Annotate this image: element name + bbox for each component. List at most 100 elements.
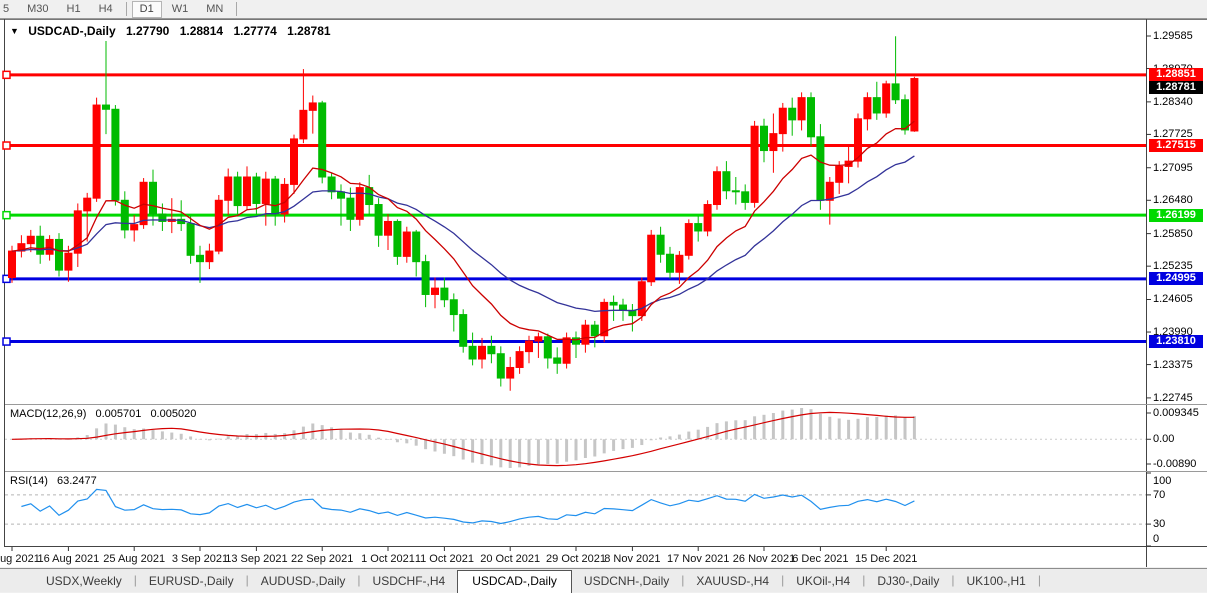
date-axis-label: 13 Sep 2021 [225,553,288,565]
candle-body [609,301,618,306]
macd-histogram-bar [800,408,804,440]
macd-histogram-bar [884,415,888,440]
hline-handle-1.28851[interactable] [2,70,11,80]
candle-body [299,109,308,140]
candle-body [553,357,562,364]
hline-handle-1.23810[interactable] [2,337,11,346]
price-level-badge-1.28851: 1.28851 [1149,68,1203,82]
chart-tab-dj30-daily[interactable]: DJ30-,Daily [865,571,951,592]
candle-body [844,160,853,167]
chart-tabbar: USDX,Weekly | EURUSD-,Daily | AUDUSD-,Daily |… [0,568,1207,593]
candle-body [694,223,703,232]
date-axis-label: 15 Dec 2021 [854,553,918,565]
timeframe-button-m30[interactable]: M30 [19,1,56,18]
macd-histogram-bar [762,414,766,440]
chart-tab-audusd-daily[interactable]: AUDUSD-,Daily [249,571,358,592]
macd-histogram-bar [452,439,456,457]
macd-histogram-bar [320,425,324,440]
candle-body [713,171,721,206]
candle-body [675,254,684,273]
price-axis-label: 1.23375 [1153,358,1193,371]
candle-body [92,104,101,199]
macd-histogram-bar [132,429,136,440]
timeframe-button-mn[interactable]: MN [198,1,231,18]
date-axis-label: 16 Aug 2021 [37,553,100,565]
macd-histogram-bar [395,439,399,443]
candle-body [139,181,148,226]
macd-histogram-bar [640,439,644,446]
macd-histogram-bar [499,439,503,468]
candle-body [637,281,646,317]
candle-body [290,138,298,185]
current-price-badge: 1.28781 [1149,80,1203,94]
macd-histogram-bar [649,439,653,441]
chart-canvas [0,19,1207,567]
candle-body [64,252,73,271]
macd-histogram-bar [753,416,757,440]
rsi-value: 63.2477 [56,475,97,487]
timeframe-button-w1[interactable]: W1 [164,1,197,18]
macd-histogram-bar [405,439,409,444]
hline-handle-1.27515[interactable] [2,141,11,150]
macd-histogram-bar [677,434,681,440]
chart-tab-uk100-h1[interactable]: UK100-,H1 [954,571,1037,592]
macd-histogram-bar [480,439,484,465]
macd-histogram-bar [612,439,616,451]
chart-tab-usdcad-daily[interactable]: USDCAD-,Daily [457,570,572,593]
timeframe-button-d1[interactable]: D1 [131,0,162,18]
chart-tab-usdx-weekly[interactable]: USDX,Weekly [34,571,134,592]
chart-region: ▼ USDCAD-,Daily 1.27790 1.28814 1.27774 … [0,19,1207,567]
candle-body [26,235,35,245]
chart-symbol-period: USDCAD-,Daily [28,24,116,38]
macd-histogram-bar [875,416,879,440]
macd-histogram-bar [715,423,719,440]
macd-axis-label: 0.009345 [1153,407,1199,419]
chart-tab-usdcnh-daily[interactable]: USDCNH-,Daily [572,571,681,592]
timeframe-button-h1[interactable]: H1 [59,1,89,18]
date-axis-label: 22 Sep 2021 [290,553,354,565]
chart-tab-eurusd-daily[interactable]: EURUSD-,Daily [137,571,246,592]
mt4-window: { "toolbar": { "timeframes": [ {"label":… [0,0,1207,593]
macd-histogram-bar [160,431,164,440]
candle-body [515,351,524,368]
macd-histogram-bar [207,439,211,441]
macd-histogram-bar [179,433,183,440]
timeframe-button-5[interactable]: 5 [0,1,17,18]
macd-histogram-bar [865,417,869,440]
date-axis-label: 20 Oct 2021 [480,553,541,565]
macd-histogram-bar [743,420,747,440]
candle-body [233,176,242,207]
symbol-dropdown-icon[interactable]: ▼ [10,26,19,36]
candle-body [825,181,834,201]
macd-histogram-bar [386,439,390,440]
macd-histogram-bar [790,409,794,440]
candle-body [243,176,251,207]
candle-body [440,287,449,301]
price-axis-label: 1.26480 [1153,194,1193,207]
candle-body [102,104,110,110]
chart-tab-xauusd-h4[interactable]: XAUUSD-,H4 [684,571,781,592]
macd-histogram-bar [348,432,352,440]
candle-body [449,299,458,316]
candle-body [590,324,599,337]
ohlc-close: 1.28781 [287,24,331,38]
candle-body [83,197,92,212]
macd-histogram-bar [377,437,381,440]
price-axis-label: 1.25235 [1153,260,1193,273]
date-axis-label: 25 Aug 2021 [103,553,166,565]
price-axis-label: 1.29585 [1153,30,1193,42]
timeframe-button-h4[interactable]: H4 [91,1,121,18]
candle-body [196,254,204,263]
macd-indicator-label: MACD(12,26,9) 0.005701 0.005020 [10,408,196,420]
macd-signal-value: 0.005020 [150,408,197,420]
date-axis-label: 17 Nov 2021 [666,553,730,565]
toolbar-separator [236,2,238,16]
chart-tab-usdchf-h4[interactable]: USDCHF-,H4 [361,571,458,592]
macd-histogram-bar [602,439,606,454]
hline-handle-1.26199[interactable] [2,210,11,220]
macd-histogram-bar [536,439,540,465]
macd-histogram-bar [358,433,362,440]
chart-tab-ukoil-h4[interactable]: UKOil-,H4 [784,571,862,592]
ohlc-low: 1.27774 [233,24,277,38]
candle-body [835,165,844,183]
